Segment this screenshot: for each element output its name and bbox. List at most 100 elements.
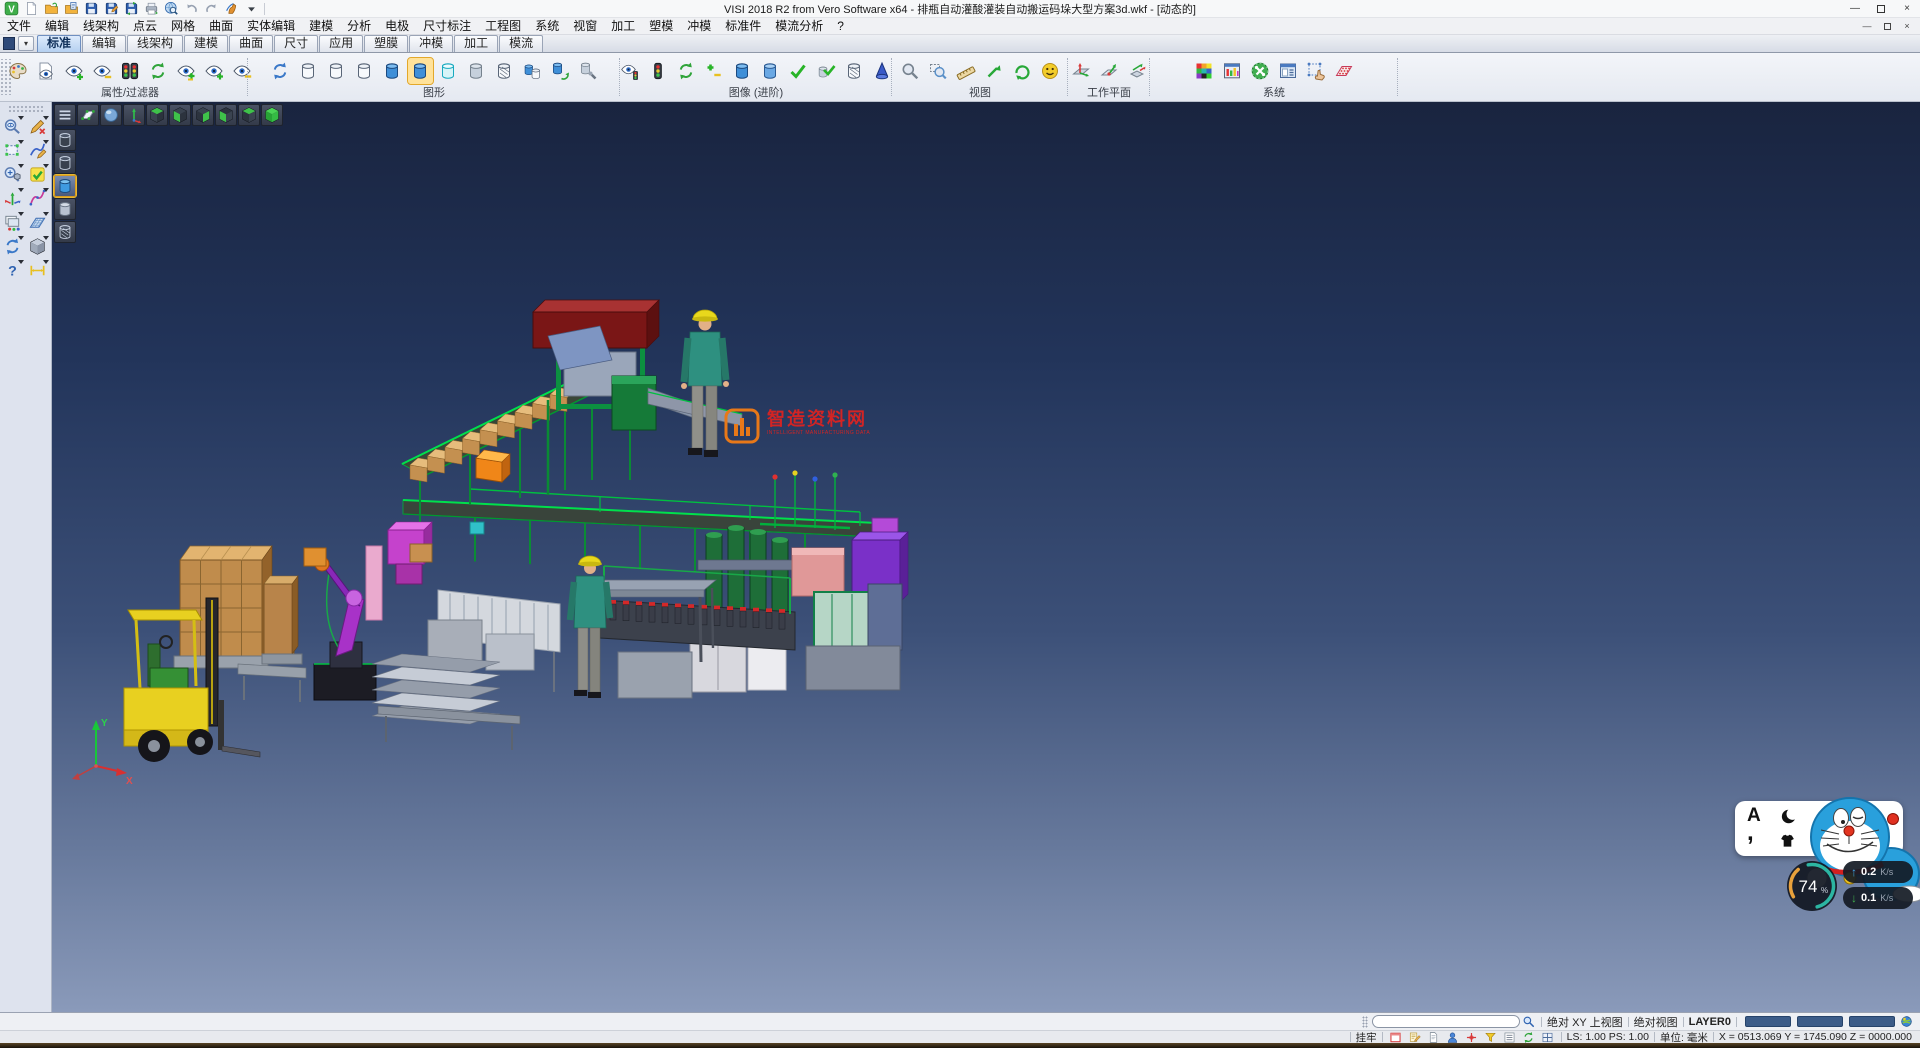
globe-icon[interactable] xyxy=(1898,1015,1914,1029)
color-palette-icon[interactable] xyxy=(1192,58,1217,84)
menu-item-16[interactable]: 塑模 xyxy=(642,18,680,35)
cube-top-icon[interactable] xyxy=(146,104,168,126)
net-speed-up[interactable]: ↑ 0.2 K/s xyxy=(1843,861,1913,883)
mdi-restore-button[interactable] xyxy=(1877,19,1897,33)
cyl-wire3-icon[interactable] xyxy=(352,58,377,84)
eye-add-icon[interactable] xyxy=(62,58,87,84)
eye-remove-icon[interactable] xyxy=(90,58,115,84)
tab-5[interactable]: 曲面 xyxy=(229,35,273,52)
tab-11[interactable]: 模流 xyxy=(499,35,543,52)
ruler-icon[interactable] xyxy=(954,58,979,84)
redo-icon[interactable] xyxy=(202,1,221,17)
menu-item-6[interactable]: 曲面 xyxy=(202,18,240,35)
net-speed-down[interactable]: ↓ 0.1 K/s xyxy=(1843,887,1913,909)
cyl-light-icon[interactable] xyxy=(54,198,76,220)
measure-icon[interactable] xyxy=(26,259,49,282)
visi-logo[interactable]: V xyxy=(2,1,21,17)
cyl-hatched-icon[interactable] xyxy=(492,58,517,84)
move-axis-icon[interactable] xyxy=(1,187,24,210)
zoom-fit-icon[interactable] xyxy=(898,58,923,84)
workplane-move-icon[interactable] xyxy=(1125,58,1150,84)
tab-dropdown-button[interactable]: ▾ xyxy=(18,36,34,51)
cyl-blue2-icon[interactable] xyxy=(730,58,755,84)
ime-comma[interactable]: , xyxy=(1747,819,1754,847)
cyl-hatch-icon[interactable] xyxy=(54,221,76,243)
cyl-tools-icon[interactable] xyxy=(576,58,601,84)
cyl-wire1-icon[interactable] xyxy=(296,58,321,84)
menu-item-2[interactable]: 编辑 xyxy=(38,18,76,35)
axis-view-icon[interactable] xyxy=(123,104,145,126)
tab-10[interactable]: 加工 xyxy=(454,35,498,52)
menu-item-14[interactable]: 视窗 xyxy=(566,18,604,35)
cyl-outline2-icon[interactable] xyxy=(54,152,76,174)
absolute-view-status[interactable]: 绝对视图 xyxy=(1634,1014,1678,1030)
refresh-filter-icon[interactable] xyxy=(146,58,171,84)
layer-color-swatch-1[interactable] xyxy=(1745,1016,1791,1027)
cube-back-icon[interactable] xyxy=(238,104,260,126)
snap-icon[interactable] xyxy=(1464,1030,1480,1044)
build-icon[interactable] xyxy=(222,1,241,17)
refresh-blue-icon[interactable] xyxy=(268,58,293,84)
usage-gauge[interactable]: 74 % xyxy=(1784,858,1840,914)
refresh-view-icon[interactable] xyxy=(1,235,24,258)
refresh-green-icon[interactable] xyxy=(674,58,699,84)
tab-7[interactable]: 应用 xyxy=(319,35,363,52)
eye-plus-icon[interactable] xyxy=(202,58,227,84)
layer-color-swatch-3[interactable] xyxy=(1849,1016,1895,1027)
mdi-minimize-button[interactable]: — xyxy=(1857,19,1877,33)
tab-6[interactable]: 尺寸 xyxy=(274,35,318,52)
doc-eye-icon[interactable] xyxy=(34,58,59,84)
auto-refresh-icon[interactable] xyxy=(1521,1030,1537,1044)
cyl-flat-icon[interactable] xyxy=(464,58,489,84)
active-layer-status[interactable]: LAYER0 xyxy=(1689,1016,1731,1028)
menu-item-15[interactable]: 加工 xyxy=(604,18,642,35)
menu-item-18[interactable]: 标准件 xyxy=(718,18,768,35)
search-icon[interactable] xyxy=(1520,1015,1536,1029)
save-as-icon[interactable] xyxy=(102,1,121,17)
workspace-square-icon[interactable] xyxy=(3,37,15,50)
status-drag-handle[interactable] xyxy=(1362,1016,1368,1028)
check-cyl-icon[interactable] xyxy=(814,58,839,84)
cyl-wire2-icon[interactable] xyxy=(324,58,349,84)
units-status[interactable]: 单位: 毫米 xyxy=(1660,1030,1708,1045)
print-icon[interactable] xyxy=(142,1,161,17)
select-box-icon[interactable] xyxy=(1,139,24,162)
render-mode-icon[interactable] xyxy=(100,104,122,126)
rotate-view-icon[interactable] xyxy=(1010,58,1035,84)
spline-icon[interactable] xyxy=(26,187,49,210)
cyl-shaded-sel-icon[interactable] xyxy=(408,58,433,84)
more-icon[interactable] xyxy=(242,1,261,17)
edit-note-icon[interactable] xyxy=(1407,1030,1423,1044)
cyl-hatch2-icon[interactable] xyxy=(842,58,867,84)
menu-item-4[interactable]: 点云 xyxy=(126,18,164,35)
traffic-filter-icon[interactable] xyxy=(118,58,143,84)
delete-sketch-icon[interactable] xyxy=(26,115,49,138)
preview-icon[interactable] xyxy=(162,1,181,17)
tab-4[interactable]: 建模 xyxy=(184,35,228,52)
grid-plane-red-icon[interactable] xyxy=(1332,58,1357,84)
cyl-pair-icon[interactable] xyxy=(520,58,545,84)
viewport-3d[interactable]: Y X 智造资料网 INTELLIGENT MANUFACTURING DATA… xyxy=(52,102,1920,1012)
import-file-icon[interactable] xyxy=(62,1,81,17)
help-icon[interactable]: ? xyxy=(1,259,24,282)
workplane-align-icon[interactable] xyxy=(1097,58,1122,84)
cyl-shaded-icon[interactable] xyxy=(380,58,405,84)
cube-right-icon[interactable] xyxy=(215,104,237,126)
solid-cube-icon[interactable] xyxy=(26,235,49,258)
cube-front-icon[interactable] xyxy=(169,104,191,126)
arrow-diag-icon[interactable] xyxy=(982,58,1007,84)
menu-item-11[interactable]: 尺寸标注 xyxy=(416,18,478,35)
move-points-icon[interactable] xyxy=(1304,58,1329,84)
zoom-solid-icon[interactable] xyxy=(1,163,24,186)
tab-8[interactable]: 塑膜 xyxy=(364,35,408,52)
window-flag-icon[interactable] xyxy=(1388,1030,1404,1044)
tab-1[interactable]: 标准 xyxy=(37,35,81,52)
list-icon[interactable] xyxy=(1502,1030,1518,1044)
plus-minus-icon[interactable] xyxy=(702,58,727,84)
menu-item-8[interactable]: 建模 xyxy=(302,18,340,35)
eye-toggle-icon[interactable] xyxy=(174,58,199,84)
menu-item-12[interactable]: 工程图 xyxy=(478,18,528,35)
cyl-outline-icon[interactable] xyxy=(54,129,76,151)
save-icon[interactable] xyxy=(82,1,101,17)
workplane-xyz-icon[interactable] xyxy=(1069,58,1094,84)
